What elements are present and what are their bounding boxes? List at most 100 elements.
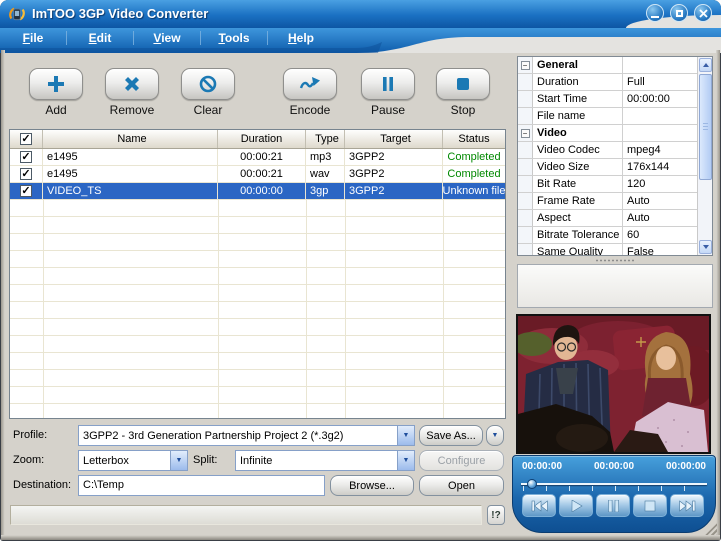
file-list: ✓ Name Duration Type Target Status ✓ e14… (9, 129, 506, 419)
seek-slider[interactable] (521, 480, 707, 492)
profile-more-button[interactable]: ▼ (486, 425, 504, 446)
scroll-up-button[interactable] (699, 58, 712, 72)
panel-splitter[interactable] (517, 257, 713, 263)
property-scrollbar[interactable] (697, 57, 712, 255)
clear-button[interactable]: Clear (181, 68, 235, 117)
file-row[interactable]: ✓ VIDEO_TS 00:00:00 3gp 3GPP2 Unknown fi… (10, 183, 505, 200)
file-row[interactable]: ✓ e1495 00:00:21 mp3 3GPP2 Completed (10, 149, 505, 166)
property-gutter (518, 227, 533, 243)
menu-view[interactable]: View (134, 31, 200, 45)
menu-help[interactable]: Help (268, 31, 334, 45)
property-gutter (518, 210, 533, 226)
minimize-button[interactable] (646, 4, 664, 22)
save-as-button[interactable]: Save As... (419, 425, 483, 446)
skip-back-icon (531, 500, 548, 512)
collapse-icon[interactable]: − (521, 61, 530, 70)
property-gutter (518, 108, 533, 124)
header-duration[interactable]: Duration (218, 130, 306, 148)
player-pause-button[interactable] (596, 494, 630, 517)
header-target[interactable]: Target (345, 130, 443, 148)
property-row[interactable]: Frame Rate Auto (518, 193, 697, 210)
skip-forward-button[interactable] (670, 494, 704, 517)
split-value: Infinite (236, 455, 397, 467)
property-gutter (518, 244, 533, 256)
property-row[interactable]: Bitrate Tolerance 60 (518, 227, 697, 244)
header-status[interactable]: Status (443, 130, 505, 148)
cell-name: VIDEO_TS (43, 183, 218, 200)
add-button[interactable]: Add (29, 68, 83, 117)
row-check-cell[interactable]: ✓ (10, 166, 43, 183)
property-row[interactable]: − Video (518, 125, 697, 142)
property-value[interactable]: 00:00:00 (623, 91, 697, 107)
collapse-icon[interactable]: − (521, 129, 530, 138)
menu-edit[interactable]: Edit (67, 31, 133, 45)
property-row[interactable]: Start Time 00:00:00 (518, 91, 697, 108)
browse-button[interactable]: Browse... (330, 475, 414, 496)
property-value[interactable]: 120 (623, 176, 697, 192)
checkbox-icon[interactable]: ✓ (20, 168, 32, 180)
property-row[interactable]: Video Size 176x144 (518, 159, 697, 176)
menu-file[interactable]: File (0, 31, 66, 45)
property-row[interactable]: Aspect Auto (518, 210, 697, 227)
checkbox-icon[interactable]: ✓ (20, 151, 32, 163)
close-button[interactable] (694, 4, 712, 22)
header-type[interactable]: Type (306, 130, 345, 148)
header-check-all[interactable]: ✓ (10, 130, 43, 148)
player-stop-button[interactable] (633, 494, 667, 517)
checkbox-checked-icon[interactable]: ✓ (20, 133, 32, 145)
property-row[interactable]: Video Codec mpeg4 (518, 142, 697, 159)
seek-ticks (523, 486, 707, 491)
property-row[interactable]: File name (518, 108, 697, 125)
checkbox-icon[interactable]: ✓ (20, 185, 32, 197)
chevron-down-icon: ▼ (492, 432, 499, 439)
cell-type: mp3 (306, 149, 345, 166)
open-button[interactable]: Open (419, 475, 504, 496)
property-value[interactable] (623, 108, 697, 124)
play-button[interactable] (559, 494, 593, 517)
split-dropdown-button[interactable]: ▼ (397, 451, 414, 470)
property-row[interactable]: Duration Full (518, 74, 697, 91)
encode-button[interactable]: Encode (283, 68, 337, 117)
property-value[interactable] (623, 57, 697, 73)
cell-target: 3GPP2 (345, 149, 443, 166)
property-value[interactable]: Auto (623, 193, 697, 209)
row-check-cell[interactable]: ✓ (10, 183, 43, 200)
split-select[interactable]: Infinite ▼ (235, 450, 415, 471)
title-bar[interactable]: ImTOO 3GP Video Converter (0, 0, 721, 28)
property-value[interactable]: Full (623, 74, 697, 90)
profile-dropdown-button[interactable]: ▼ (397, 426, 414, 445)
property-value[interactable] (623, 125, 697, 141)
pause-button[interactable]: Pause (361, 68, 415, 117)
help-button[interactable]: !? (487, 505, 505, 525)
property-value[interactable]: mpeg4 (623, 142, 697, 158)
destination-input[interactable]: C:\Temp (78, 475, 325, 496)
zoom-select[interactable]: Letterbox ▼ (78, 450, 188, 471)
property-value[interactable]: 60 (623, 227, 697, 243)
destination-label: Destination: (13, 479, 71, 491)
pause-icon (376, 74, 400, 94)
property-value[interactable]: Auto (623, 210, 697, 226)
cell-target: 3GPP2 (345, 166, 443, 183)
cell-name: e1495 (43, 149, 218, 166)
remove-button[interactable]: Remove (105, 68, 159, 117)
file-row[interactable]: ✓ e1495 00:00:21 wav 3GPP2 Completed (10, 166, 505, 183)
property-row[interactable]: Same Quality False (518, 244, 697, 256)
zoom-dropdown-button[interactable]: ▼ (170, 451, 187, 470)
scroll-down-button[interactable] (699, 240, 712, 254)
row-check-cell[interactable]: ✓ (10, 149, 43, 166)
property-value[interactable]: False (623, 244, 697, 256)
header-name[interactable]: Name (43, 130, 218, 148)
maximize-button[interactable] (670, 4, 688, 22)
stop-button[interactable]: Stop (436, 68, 490, 117)
property-row[interactable]: Bit Rate 120 (518, 176, 697, 193)
scrollbar-thumb[interactable] (699, 74, 712, 180)
menu-tools[interactable]: Tools (201, 31, 267, 45)
skip-forward-icon (679, 500, 696, 512)
skip-back-button[interactable] (522, 494, 556, 517)
minimize-icon (651, 16, 659, 18)
property-value[interactable]: 176x144 (623, 159, 697, 175)
property-row[interactable]: − General (518, 57, 697, 74)
seek-thumb[interactable] (527, 479, 537, 489)
seek-track[interactable] (521, 483, 707, 485)
profile-select[interactable]: 3GPP2 - 3rd Generation Partnership Proje… (78, 425, 415, 446)
